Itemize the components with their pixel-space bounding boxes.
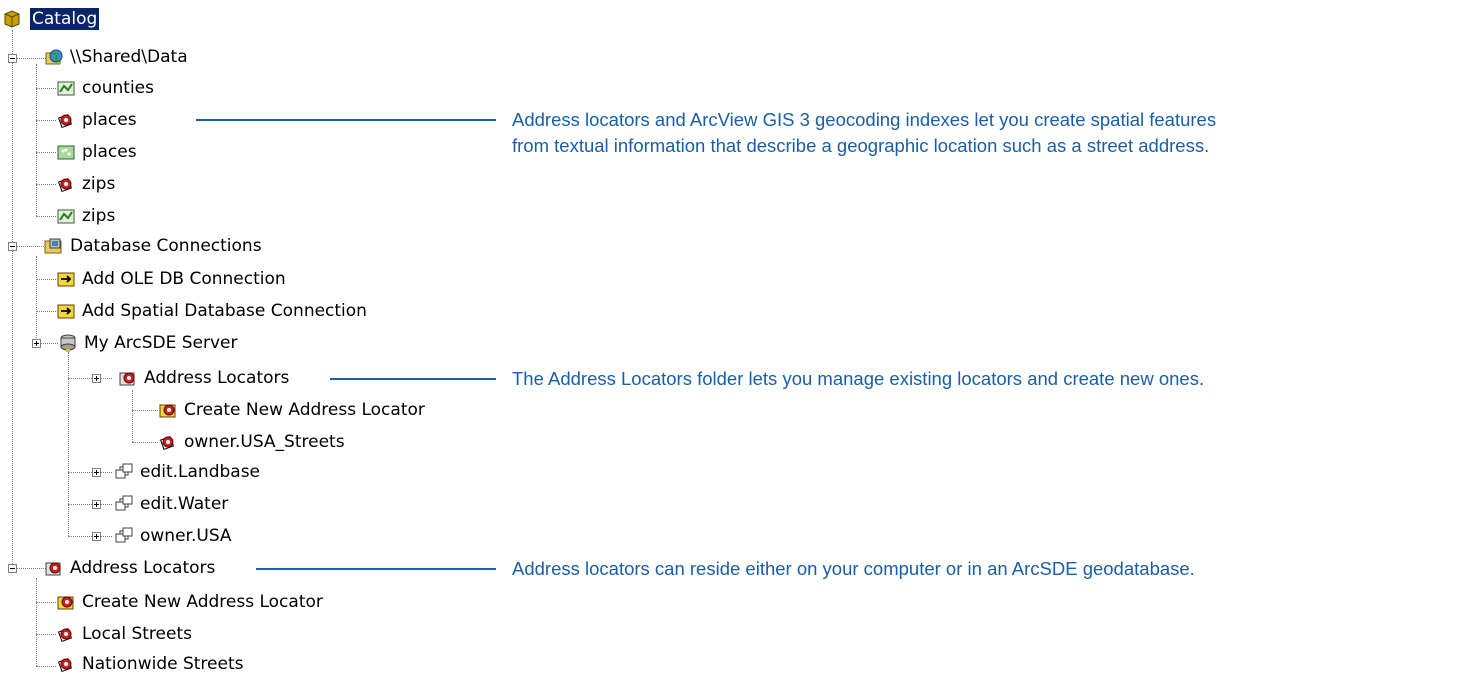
callout-text-reside: Address locators can reside either on yo… (512, 558, 1195, 579)
tree-item-label[interactable]: counties (80, 77, 156, 99)
network-folder-icon (44, 47, 64, 67)
tree-connector (36, 184, 56, 185)
geocoding-index-icon (56, 78, 76, 98)
tree-item-address-locators[interactable]: Address Locators (68, 557, 217, 579)
tree-connector (36, 256, 37, 344)
address-locators-folder-icon (118, 368, 138, 388)
tree-connector (68, 472, 112, 473)
tree-item-label[interactable]: zips (80, 173, 117, 195)
callout-text-geocoding: Address locators and ArcView GIS 3 geoco… (512, 107, 1216, 159)
tree-item-label[interactable]: Local Streets (80, 623, 194, 645)
callout-leader-line (256, 568, 496, 570)
address-locators-folder-icon (44, 558, 64, 578)
tree-connector (36, 152, 56, 153)
tree-connector (68, 536, 112, 537)
tree-item-label[interactable]: places (80, 141, 139, 163)
tree-item-label[interactable]: zips (80, 205, 117, 227)
expand-button[interactable] (92, 468, 101, 477)
tree-connector (36, 602, 56, 603)
tree-connector (36, 279, 56, 280)
expand-button[interactable] (32, 339, 41, 348)
tree-connector (36, 311, 56, 312)
callout-line-1: Address locators and ArcView GIS 3 geoco… (512, 109, 1217, 130)
expand-button[interactable] (92, 500, 101, 509)
callout-leader-line (196, 119, 496, 121)
callout-leader-line (330, 378, 496, 380)
geocoding-index-icon (56, 142, 76, 162)
callout-line-2: from textual information that describe a… (512, 135, 1210, 156)
address-locator-icon (56, 624, 76, 644)
callout-text-folder: The Address Locators folder lets you man… (512, 368, 1205, 389)
database-connections-icon (44, 236, 64, 256)
add-spatial-database-connection[interactable]: Add Spatial Database Connection (80, 300, 369, 322)
tree-connector (12, 568, 46, 569)
collapse-button[interactable] (8, 564, 17, 573)
address-locator-icon (56, 110, 76, 130)
tree-connector (36, 216, 56, 217)
add-connection-icon (56, 301, 76, 321)
create-new-address-locator[interactable]: Create New Address Locator (80, 591, 325, 613)
tree-connector (12, 58, 46, 59)
new-locator-icon (158, 400, 178, 420)
tree-connector (132, 390, 133, 442)
address-locator-icon (158, 432, 178, 452)
tree-connector (68, 504, 112, 505)
tree-connector (12, 30, 13, 568)
collapse-button[interactable] (8, 54, 17, 63)
tree-connector (12, 246, 46, 247)
new-locator-icon (56, 592, 76, 612)
tree-connector (36, 64, 37, 216)
tree-connector (68, 352, 69, 536)
collapse-button[interactable] (8, 242, 17, 251)
tree-item-label[interactable]: places (80, 109, 139, 131)
tree-connector (36, 634, 56, 635)
feature-dataset-icon (114, 494, 134, 514)
tree-item-arcsde-server[interactable]: My ArcSDE Server (82, 332, 240, 354)
tree-item-database-connections[interactable]: Database Connections (68, 235, 264, 257)
address-locator-icon (56, 654, 76, 674)
tree-item-address-locators[interactable]: Address Locators (142, 367, 291, 389)
tree-item-label[interactable]: edit.Landbase (138, 461, 262, 483)
catalog-tree: Catalog \\Shared\Data counties places pl… (0, 0, 520, 676)
tree-connector (68, 378, 112, 379)
catalog-icon (2, 9, 22, 29)
tree-item-label[interactable]: Nationwide Streets (80, 653, 246, 675)
feature-dataset-icon (114, 462, 134, 482)
tree-item-label[interactable]: owner.USA (138, 525, 234, 547)
tree-connector (36, 578, 37, 666)
catalog-root-label[interactable]: Catalog (28, 7, 101, 31)
add-connection-icon (56, 269, 76, 289)
tree-item-label[interactable]: edit.Water (138, 493, 230, 515)
expand-button[interactable] (92, 374, 101, 383)
tree-connector (36, 666, 56, 667)
tree-connector (132, 442, 158, 443)
tree-connector (36, 88, 56, 89)
expand-button[interactable] (92, 532, 101, 541)
feature-dataset-icon (114, 526, 134, 546)
tree-item-label[interactable]: owner.USA_Streets (182, 431, 347, 453)
create-new-address-locator[interactable]: Create New Address Locator (182, 399, 427, 421)
tree-connector (132, 410, 158, 411)
geocoding-index-icon (56, 206, 76, 226)
tree-item-shared-data[interactable]: \\Shared\Data (68, 46, 190, 68)
add-ole-db-connection[interactable]: Add OLE DB Connection (80, 268, 288, 290)
address-locator-icon (56, 174, 76, 194)
arcsde-server-icon (58, 333, 78, 353)
tree-connector (36, 120, 56, 121)
